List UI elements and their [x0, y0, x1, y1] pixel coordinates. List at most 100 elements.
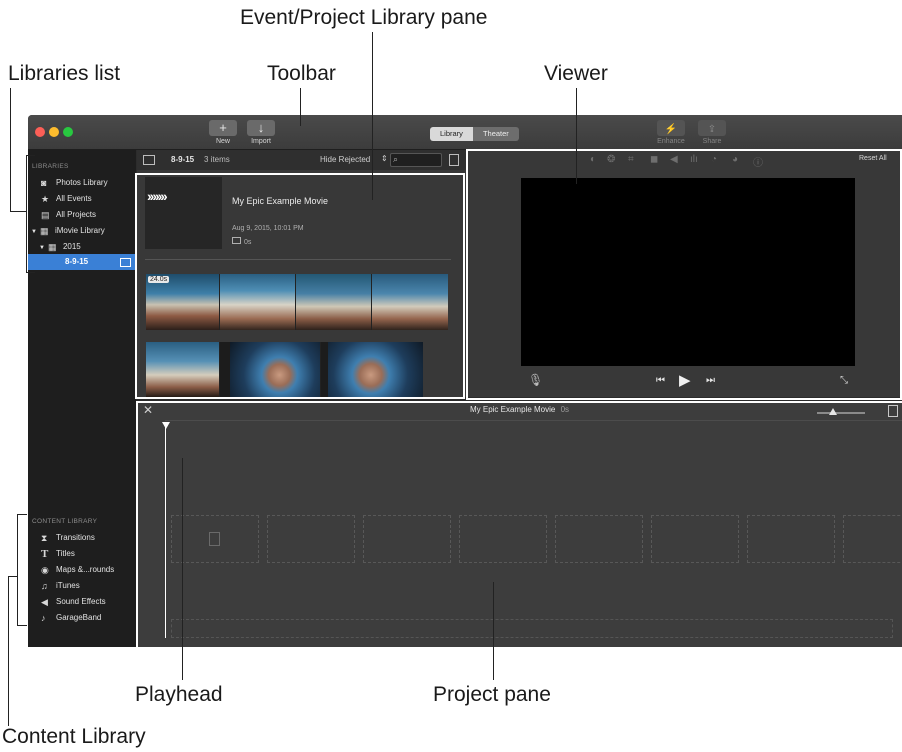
timeline-drop-area[interactable]	[363, 515, 451, 563]
zoom-slider[interactable]	[817, 408, 865, 415]
viewer: ◐ ❂ ⌗ ◼ ◀ ılı ◔ ◕ ⓘ Reset All 🎙 ⏮ ▶ ⏭ ⤡	[468, 150, 902, 397]
sidebar-item-all-events[interactable]: ★ All Events	[41, 191, 92, 207]
sidebar-item-label: All Projects	[56, 210, 97, 219]
share-button[interactable]: ⇪	[698, 120, 726, 136]
viewer-callout: Viewer	[544, 62, 608, 85]
library-theater-switch: Library Theater	[430, 127, 519, 141]
libraries-bracket	[10, 211, 27, 212]
enhance-button[interactable]: ⚡	[657, 120, 685, 136]
microphone-icon[interactable]: 🎙	[528, 373, 543, 387]
toolbar-callout: Toolbar	[267, 62, 336, 85]
project-title[interactable]: My Epic Example Movie	[232, 196, 328, 206]
clip-thumbnail	[230, 342, 321, 397]
content-item-garageband[interactable]: ♪ GarageBand	[41, 610, 101, 626]
zoom-window-button[interactable]	[63, 127, 73, 137]
clip-filmstrip[interactable]	[146, 342, 423, 397]
project-date: Aug 9, 2015, 10:01 PM	[232, 225, 304, 232]
project-thumbnail[interactable]: ›››››››	[145, 177, 222, 249]
playhead-callout: Playhead	[135, 683, 223, 706]
project-duration: 0s	[560, 405, 570, 414]
reset-all-button[interactable]: Reset All	[859, 155, 887, 162]
sidebar-item-label: All Events	[56, 194, 92, 203]
close-window-button[interactable]	[35, 127, 45, 137]
volume-icon[interactable]: ◀	[670, 154, 678, 165]
share-button-label: Share	[702, 138, 722, 145]
color-balance-icon[interactable]: ◐	[590, 154, 596, 165]
sidebar-item-2015[interactable]: ▼ ▦ 2015	[39, 239, 81, 255]
plus-icon: +	[219, 120, 227, 135]
camera-icon: ◙	[41, 178, 47, 188]
content-library-bracket	[17, 514, 27, 515]
minimize-window-button[interactable]	[49, 127, 59, 137]
playhead-line[interactable]	[165, 422, 166, 638]
transitions-icon: ⧗	[41, 533, 48, 543]
project-duration-value: 0s	[244, 239, 252, 246]
zoom-slider-thumb[interactable]	[829, 408, 837, 415]
content-item-label: Maps &...rounds	[56, 565, 115, 574]
sidebar-item-imovie-library[interactable]: ▼ ▦ iMovie Library	[31, 223, 105, 239]
globe-icon: ◉	[41, 565, 49, 575]
timeline-ruler	[165, 420, 902, 421]
playhead-marker[interactable]	[162, 422, 170, 429]
audio-track-area[interactable]	[171, 619, 893, 638]
imovie-window: + New ↓ Import Library Theater ⚡ Enhance…	[28, 115, 902, 647]
timeline-drop-area[interactable]	[651, 515, 739, 563]
pane-divider	[145, 259, 451, 260]
sidebar-item-all-projects[interactable]: ▤ All Projects	[41, 207, 96, 223]
toolbar: + New ↓ Import Library Theater ⚡ Enhance…	[28, 115, 902, 150]
skip-forward-icon[interactable]: ⏭	[706, 375, 715, 386]
timeline-drop-area[interactable]	[843, 515, 902, 563]
event-pane-leader	[372, 32, 373, 200]
libraries-list-callout: Libraries list	[8, 62, 121, 85]
event-project-library-pane: 8-9-15 3 items Hide Rejected ⇕ ⌕ ›››››››…	[137, 150, 467, 397]
clip-filmstrip[interactable]: 24.0s	[146, 274, 448, 330]
library-tab[interactable]: Library	[430, 127, 473, 141]
disclosure-triangle-icon: ▼	[39, 245, 45, 251]
adjustment-toolbar: ◐ ❂ ⌗ ◼ ◀ ılı ◔ ◕ ⓘ Reset All	[468, 150, 902, 170]
color-correction-icon[interactable]: ❂	[607, 154, 615, 165]
content-item-itunes[interactable]: ♫ iTunes	[41, 578, 80, 594]
stabilization-icon[interactable]: ◼	[650, 154, 658, 165]
theater-tab[interactable]: Theater	[472, 127, 519, 141]
playhead-leader	[182, 458, 183, 680]
filmstrip-settings-icon[interactable]	[888, 405, 898, 417]
viewer-leader	[576, 88, 577, 184]
libraries-bracket	[26, 155, 35, 156]
content-item-sound-effects[interactable]: ◀ Sound Effects	[41, 594, 106, 610]
info-icon[interactable]: ⓘ	[753, 154, 763, 169]
play-button[interactable]: ▶	[679, 371, 691, 389]
share-icon: ⇪	[707, 124, 717, 135]
filmstrip-view-icon[interactable]	[449, 154, 459, 166]
clip-thumbnail	[220, 274, 296, 330]
content-item-maps-backgrounds[interactable]: ◉ Maps &...rounds	[41, 562, 114, 578]
search-input[interactable]: ⌕	[390, 153, 442, 167]
toggle-sidebar-button[interactable]	[143, 155, 155, 165]
timeline-drop-area[interactable]	[171, 515, 259, 563]
skip-back-icon[interactable]: ⏮	[656, 375, 665, 386]
timeline-drop-area[interactable]	[459, 515, 547, 563]
hide-rejected-select[interactable]: Hide Rejected	[320, 155, 370, 164]
sidebar-item-photos-library[interactable]: ◙ Photos Library	[41, 175, 108, 191]
equalizer-icon[interactable]: ılı	[690, 154, 698, 165]
sidebar-item-8-9-15[interactable]: 8-9-15	[28, 254, 136, 270]
magic-wand-icon: ⚡	[664, 124, 678, 135]
timeline-drop-area[interactable]	[555, 515, 643, 563]
fullscreen-icon[interactable]: ⤡	[840, 375, 848, 386]
import-button[interactable]: ↓	[247, 120, 275, 136]
filmstrip-icon	[232, 237, 241, 244]
new-button[interactable]: +	[209, 120, 237, 136]
import-arrow-icon: ↓	[257, 120, 265, 135]
clip-icon	[120, 258, 131, 267]
calendar-icon: ▦	[47, 242, 57, 252]
speed-icon[interactable]: ◔	[711, 154, 717, 165]
timeline-drop-area[interactable]	[747, 515, 835, 563]
content-item-transitions[interactable]: ⧗ Transitions	[41, 530, 95, 546]
viewer-screen	[521, 178, 855, 366]
event-item-count: 3 items	[204, 155, 230, 164]
event-project-library-pane-callout: Event/Project Library pane	[240, 6, 488, 29]
crop-icon[interactable]: ⌗	[628, 154, 634, 165]
content-item-titles[interactable]: T Titles	[41, 546, 75, 562]
clip-filter-icon[interactable]: ◕	[732, 154, 738, 165]
guitar-icon: ♪	[41, 613, 46, 623]
timeline-drop-area[interactable]	[267, 515, 355, 563]
